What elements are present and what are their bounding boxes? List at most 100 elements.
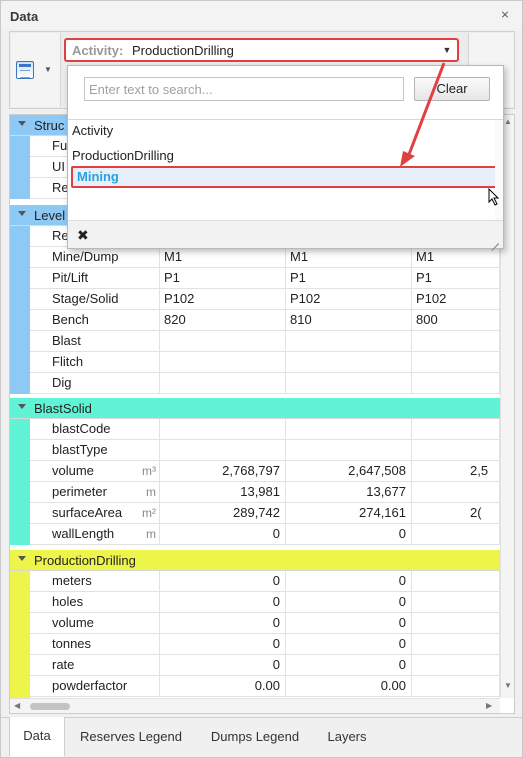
table-row[interactable]: meters 0 0 [10, 571, 500, 592]
scroll-right-icon[interactable]: ▶ [486, 701, 492, 710]
close-icon[interactable]: ✖ [77, 227, 89, 244]
cell[interactable]: 800 [412, 310, 500, 331]
cell[interactable] [412, 419, 500, 440]
cell[interactable] [412, 655, 500, 676]
table-row[interactable]: Mine/Dump M1 M1 M1 [10, 247, 500, 268]
tab-data[interactable]: Data [9, 717, 65, 757]
cell[interactable]: 0 [286, 634, 412, 655]
cell[interactable]: M1 [286, 247, 412, 268]
tab-dumps-legend[interactable]: Dumps Legend [201, 718, 309, 756]
table-row[interactable]: tonnes 0 0 [10, 634, 500, 655]
clear-button[interactable]: Clear [414, 77, 490, 101]
cell[interactable] [412, 352, 500, 373]
cell[interactable]: 0 [286, 655, 412, 676]
dropdown-option[interactable]: ProductionDrilling [68, 145, 495, 167]
cell[interactable]: 0 [160, 634, 286, 655]
cell[interactable] [412, 613, 500, 634]
collapse-icon[interactable] [18, 556, 26, 561]
cell[interactable]: 0 [160, 571, 286, 592]
scroll-thumb[interactable] [30, 703, 70, 710]
scroll-down-icon[interactable]: ▼ [504, 681, 512, 690]
collapse-icon[interactable] [18, 211, 26, 216]
table-row[interactable]: volume 0 0 [10, 613, 500, 634]
table-row[interactable]: Dig [10, 373, 500, 394]
cell[interactable]: 0 [160, 655, 286, 676]
pin-icon[interactable]: ⨯ [498, 8, 512, 22]
category-productiondrilling[interactable]: ProductionDrilling [10, 550, 500, 571]
tab-layers[interactable]: Layers [317, 718, 377, 756]
cell[interactable]: 2,768,797 [160, 461, 286, 482]
table-row[interactable]: perimeter m 13,981 13,677 [10, 482, 500, 503]
cell[interactable] [160, 373, 286, 394]
cell[interactable]: 0 [160, 613, 286, 634]
category-blastsolid[interactable]: BlastSolid [10, 398, 500, 419]
tab-reserves-legend[interactable]: Reserves Legend [71, 718, 191, 756]
table-row[interactable]: powderfactor 0.00 0.00 [10, 676, 500, 697]
table-row[interactable]: blastCode [10, 419, 500, 440]
cell[interactable]: 0 [286, 524, 412, 545]
cell[interactable]: 0 [286, 613, 412, 634]
cell[interactable]: 289,742 [160, 503, 286, 524]
table-row[interactable]: rate 0 0 [10, 655, 500, 676]
table-row[interactable]: Pit/Lift P1 P1 P1 [10, 268, 500, 289]
table-row[interactable]: wallLength m 0 0 [10, 524, 500, 545]
cell[interactable]: 2,647,508 [286, 461, 412, 482]
cell[interactable]: 274,161 [286, 503, 412, 524]
cell[interactable] [160, 440, 286, 461]
cell[interactable]: P1 [412, 268, 500, 289]
cell[interactable]: M1 [412, 247, 500, 268]
cell[interactable]: 0.00 [160, 676, 286, 697]
cell[interactable] [412, 482, 500, 503]
cell[interactable]: 2,5 [412, 461, 500, 482]
cell[interactable]: 0 [160, 592, 286, 613]
cell[interactable] [160, 419, 286, 440]
search-input[interactable]: Enter text to search... [84, 77, 404, 101]
cell[interactable]: P102 [160, 289, 286, 310]
cell[interactable]: 0 [286, 592, 412, 613]
cell[interactable] [412, 634, 500, 655]
table-row[interactable]: Flitch [10, 352, 500, 373]
table-row[interactable]: Bench 820 810 800 [10, 310, 500, 331]
chevron-down-icon[interactable]: ▼ [441, 44, 453, 56]
table-row[interactable]: blastType [10, 440, 500, 461]
cell[interactable]: P102 [286, 289, 412, 310]
view-options-button[interactable]: ▼ [11, 33, 61, 107]
cell[interactable] [412, 440, 500, 461]
cell[interactable]: 0.00 [286, 676, 412, 697]
scroll-up-icon[interactable]: ▲ [504, 117, 512, 126]
table-row[interactable]: holes 0 0 [10, 592, 500, 613]
cell[interactable] [412, 373, 500, 394]
cell[interactable] [412, 676, 500, 697]
cell[interactable] [412, 331, 500, 352]
cell[interactable] [286, 419, 412, 440]
cell[interactable] [286, 373, 412, 394]
cell[interactable]: 0 [160, 524, 286, 545]
cell[interactable]: P102 [412, 289, 500, 310]
collapse-icon[interactable] [18, 404, 26, 409]
table-row[interactable]: Blast [10, 331, 500, 352]
cell[interactable]: 820 [160, 310, 286, 331]
table-row[interactable]: Stage/Solid P102 P102 P102 [10, 289, 500, 310]
horizontal-scrollbar[interactable]: ◀ ▶ [10, 698, 500, 713]
cell[interactable] [160, 352, 286, 373]
cell[interactable] [286, 331, 412, 352]
dropdown-option[interactable]: Activity [68, 120, 495, 142]
activity-combo[interactable]: Activity: ProductionDrilling ▼ [64, 38, 459, 62]
cell[interactable] [412, 524, 500, 545]
cell[interactable]: 13,981 [160, 482, 286, 503]
cell[interactable]: 2( [412, 503, 500, 524]
cell[interactable] [160, 331, 286, 352]
dropdown-option-selected[interactable]: Mining [71, 166, 497, 188]
resize-grip-icon[interactable] [489, 234, 499, 244]
collapse-icon[interactable] [18, 121, 26, 126]
cell[interactable]: P1 [286, 268, 412, 289]
cell[interactable]: 13,677 [286, 482, 412, 503]
cell[interactable] [286, 440, 412, 461]
cell[interactable]: 0 [286, 571, 412, 592]
table-row[interactable]: volume m³ 2,768,797 2,647,508 2,5 [10, 461, 500, 482]
cell[interactable] [286, 352, 412, 373]
cell[interactable]: 810 [286, 310, 412, 331]
cell[interactable]: P1 [160, 268, 286, 289]
cell[interactable] [412, 571, 500, 592]
cell[interactable] [412, 592, 500, 613]
